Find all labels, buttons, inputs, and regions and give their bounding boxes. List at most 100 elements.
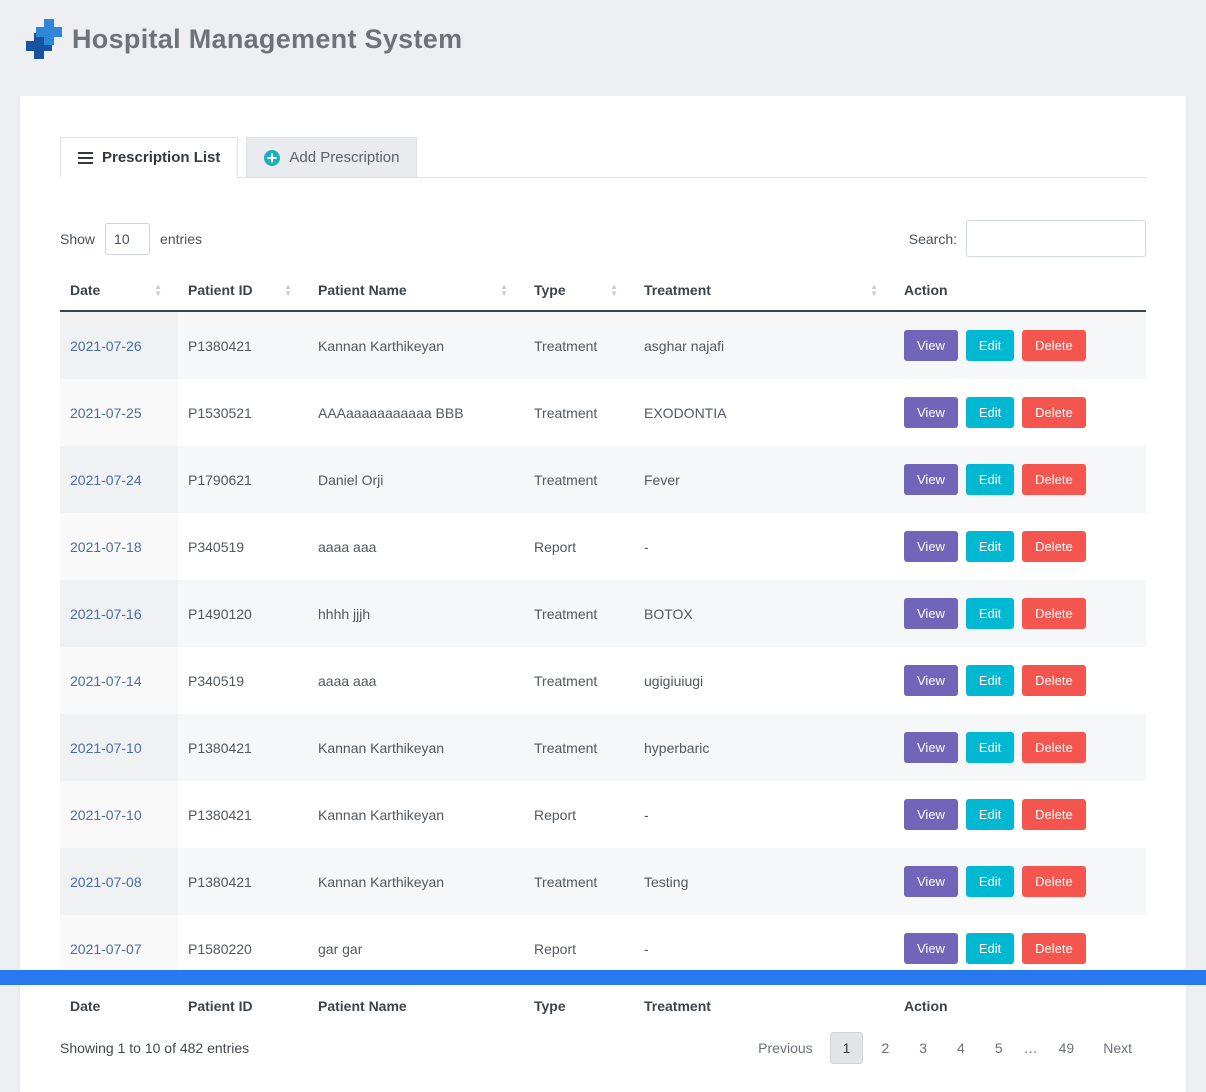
cell-patient-name: Kannan Karthikeyan (308, 848, 524, 915)
cell-type: Report (524, 781, 634, 848)
view-button[interactable]: View (904, 531, 958, 562)
pagination-previous[interactable]: Previous (744, 1032, 826, 1064)
delete-button[interactable]: Delete (1022, 732, 1086, 763)
column-header-patient-name[interactable]: Patient Name ▲▼ (308, 273, 524, 311)
footer-column-type: Type (524, 983, 634, 1028)
pagination-page[interactable]: 5 (983, 1033, 1015, 1063)
table-controls: Show entries Search: (60, 220, 1146, 257)
cell-actions: View Edit Delete (894, 446, 1146, 513)
prescriptions-table: Date ▲▼ Patient ID ▲▼ Patient Name ▲▼ Ty… (60, 273, 1146, 1028)
cell-date: 2021-07-10 (60, 714, 178, 781)
cell-type: Treatment (524, 647, 634, 714)
delete-button[interactable]: Delete (1022, 598, 1086, 629)
view-button[interactable]: View (904, 665, 958, 696)
delete-button[interactable]: Delete (1022, 665, 1086, 696)
search-input[interactable] (966, 220, 1146, 257)
edit-button[interactable]: Edit (966, 799, 1014, 830)
column-header-type[interactable]: Type ▲▼ (524, 273, 634, 311)
sort-icon: ▲▼ (870, 283, 878, 297)
pagination-page[interactable]: 4 (945, 1033, 977, 1063)
cell-patient-id: P1790621 (178, 446, 308, 513)
row-date-link[interactable]: 2021-07-10 (70, 740, 142, 756)
cell-treatment: BOTOX (634, 580, 894, 647)
cell-actions: View Edit Delete (894, 647, 1146, 714)
footer-column-treatment: Treatment (634, 983, 894, 1028)
show-entries-control: Show entries (60, 223, 202, 255)
cell-actions: View Edit Delete (894, 781, 1146, 848)
app-title: Hospital Management System (72, 24, 462, 55)
pagination-pages: 12345…49 (827, 1032, 1090, 1064)
edit-button[interactable]: Edit (966, 464, 1014, 495)
view-button[interactable]: View (904, 330, 958, 361)
edit-button[interactable]: Edit (966, 866, 1014, 897)
row-date-link[interactable]: 2021-07-25 (70, 405, 142, 421)
cell-patient-id: P1490120 (178, 580, 308, 647)
cell-type: Treatment (524, 580, 634, 647)
delete-button[interactable]: Delete (1022, 866, 1086, 897)
cell-type: Treatment (524, 379, 634, 446)
view-button[interactable]: View (904, 933, 958, 964)
cell-patient-name: Kannan Karthikeyan (308, 714, 524, 781)
row-date-link[interactable]: 2021-07-08 (70, 874, 142, 890)
showing-entries-text: Showing 1 to 10 of 482 entries (60, 1040, 249, 1056)
row-date-link[interactable]: 2021-07-10 (70, 807, 142, 823)
content-card: Prescription List Add Prescription Show … (20, 96, 1186, 1092)
edit-button[interactable]: Edit (966, 933, 1014, 964)
cell-treatment: asghar najafi (634, 311, 894, 379)
row-date-link[interactable]: 2021-07-07 (70, 941, 142, 957)
view-button[interactable]: View (904, 866, 958, 897)
tab-label: Add Prescription (289, 149, 399, 166)
pagination-page[interactable]: 2 (869, 1033, 901, 1063)
edit-button[interactable]: Edit (966, 732, 1014, 763)
pagination-page[interactable]: 3 (907, 1033, 939, 1063)
row-date-link[interactable]: 2021-07-26 (70, 338, 142, 354)
cell-treatment: Fever (634, 446, 894, 513)
tab-prescription-list[interactable]: Prescription List (60, 137, 238, 178)
row-date-link[interactable]: 2021-07-14 (70, 673, 142, 689)
footer-column-action: Action (894, 983, 1146, 1028)
view-button[interactable]: View (904, 397, 958, 428)
sort-icon: ▲▼ (610, 283, 618, 297)
app-header: Hospital Management System (0, 0, 1206, 77)
view-button[interactable]: View (904, 799, 958, 830)
delete-button[interactable]: Delete (1022, 531, 1086, 562)
row-date-link[interactable]: 2021-07-18 (70, 539, 142, 555)
column-header-patient-id[interactable]: Patient ID ▲▼ (178, 273, 308, 311)
view-button[interactable]: View (904, 598, 958, 629)
table-row: 2021-07-16 P1490120 hhhh jjjh Treatment … (60, 580, 1146, 647)
delete-button[interactable]: Delete (1022, 397, 1086, 428)
row-date-link[interactable]: 2021-07-16 (70, 606, 142, 622)
delete-button[interactable]: Delete (1022, 933, 1086, 964)
pagination-page[interactable]: 1 (830, 1032, 864, 1064)
entries-count-input[interactable] (105, 223, 150, 255)
table-footer-header-row: Date Patient ID Patient Name Type Treatm… (60, 983, 1146, 1028)
edit-button[interactable]: Edit (966, 531, 1014, 562)
cell-treatment: - (634, 513, 894, 580)
pagination-page[interactable]: 49 (1047, 1033, 1087, 1063)
edit-button[interactable]: Edit (966, 665, 1014, 696)
delete-button[interactable]: Delete (1022, 464, 1086, 495)
table-info-bar: Showing 1 to 10 of 482 entries Previous … (60, 1032, 1146, 1064)
cell-treatment: - (634, 781, 894, 848)
edit-button[interactable]: Edit (966, 598, 1014, 629)
cell-date: 2021-07-26 (60, 311, 178, 379)
edit-button[interactable]: Edit (966, 330, 1014, 361)
column-header-date[interactable]: Date ▲▼ (60, 273, 178, 311)
pagination-next[interactable]: Next (1089, 1032, 1146, 1064)
view-button[interactable]: View (904, 464, 958, 495)
cell-type: Treatment (524, 446, 634, 513)
row-date-link[interactable]: 2021-07-24 (70, 472, 142, 488)
footer-accent-bar (0, 970, 1206, 985)
edit-button[interactable]: Edit (966, 397, 1014, 428)
entries-label: entries (160, 231, 202, 247)
tab-label: Prescription List (102, 149, 220, 166)
delete-button[interactable]: Delete (1022, 799, 1086, 830)
hospital-logo-icon (20, 17, 62, 61)
view-button[interactable]: View (904, 732, 958, 763)
search-control: Search: (909, 220, 1146, 257)
tab-add-prescription[interactable]: Add Prescription (246, 137, 417, 178)
pagination: Previous 12345…49 Next (744, 1032, 1146, 1064)
delete-button[interactable]: Delete (1022, 330, 1086, 361)
column-header-treatment[interactable]: Treatment ▲▼ (634, 273, 894, 311)
footer-column-patient-name: Patient Name (308, 983, 524, 1028)
